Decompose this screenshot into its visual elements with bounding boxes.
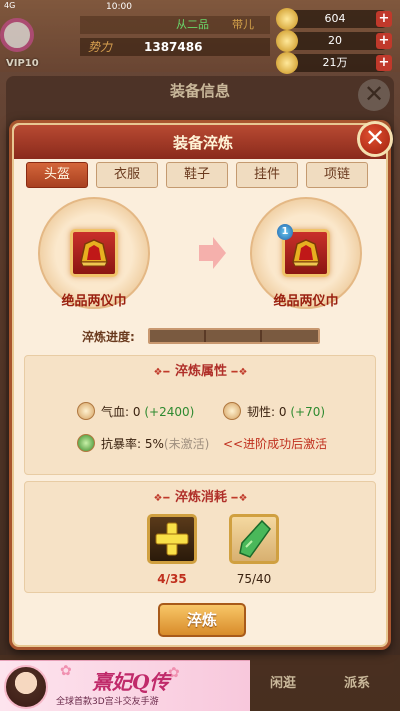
silver-icon <box>276 52 298 74</box>
jade-slot[interactable] <box>229 514 279 564</box>
refine-stone-amount: 4/35 <box>157 572 187 586</box>
cost-title-text: 淬炼消耗 <box>174 490 227 505</box>
add-ingot-button[interactable]: + <box>376 33 392 49</box>
flower-icon: ✿ <box>168 665 180 681</box>
cost-title: ❖━ 淬炼消耗 ━❖ <box>25 486 377 505</box>
helmet-icon <box>292 239 320 267</box>
attr-hp-label: 气血: <box>101 405 130 419</box>
crit-resist-status: (未激活) <box>163 437 210 451</box>
power-label: 势力 <box>88 40 113 54</box>
coin-icon <box>276 8 298 30</box>
resource-value: 20 <box>328 34 342 47</box>
heart-icon <box>77 402 95 420</box>
outer-close-button[interactable]: ✕ <box>358 79 390 111</box>
close-button[interactable]: ✕ <box>357 121 393 157</box>
attr-toughness-bonus: (+70) <box>290 405 326 419</box>
power-value: 1387486 <box>144 40 203 54</box>
plus-stone-icon <box>155 522 189 556</box>
attr-toughness-value: 0 <box>278 405 287 419</box>
attr-hp: 气血: 0 (+2400) <box>101 403 194 420</box>
crit-resist-note: <<进阶成功后激活 <box>223 437 328 451</box>
progress-label: 淬炼进度: <box>82 330 135 344</box>
ad-subtitle: 全球首款3D宫斗交友手游 <box>56 697 159 707</box>
shield-icon <box>223 402 241 420</box>
crit-resist-value: 5% <box>144 437 164 451</box>
ad-banner[interactable]: ✿ ✿ 熹妃Q传 全球首款3D宫斗交友手游 <box>0 660 250 711</box>
jade-amount: 75/40 <box>236 572 272 586</box>
ad-logo: 熹妃Q传 <box>92 670 170 694</box>
ornament-right: ━❖ <box>231 367 249 378</box>
attr-toughness-label: 韧性: <box>247 405 276 419</box>
ad-character-avatar <box>4 665 48 709</box>
resource-coin: 604 + <box>276 8 392 30</box>
tab-pendant[interactable]: 挂件 <box>236 162 298 188</box>
current-item-slot[interactable] <box>70 229 118 277</box>
resource-silver: 21万 + <box>276 52 392 74</box>
clock: 10:00 <box>106 2 132 12</box>
cost-section: ❖━ 淬炼消耗 ━❖ 4/35 75/40 <box>24 481 376 593</box>
equipment-info-title: 装备信息 <box>169 82 230 100</box>
next-item-slot[interactable]: 1 <box>277 224 330 277</box>
player-avatar[interactable] <box>0 18 34 52</box>
tab-shoes[interactable]: 鞋子 <box>166 162 228 188</box>
power-display: 势力 1387486 <box>80 38 270 56</box>
ornament-right: ━❖ <box>231 493 249 504</box>
attr-crit-resist: 抗暴率: 5%(未激活) <box>101 435 209 452</box>
tab-helmet[interactable]: 头盔 <box>26 162 88 188</box>
refine-progress-bar <box>148 328 320 344</box>
ornament-left: ❖━ <box>153 367 171 378</box>
nav-stroll[interactable]: 闲逛 <box>270 672 296 691</box>
attr-toughness: 韧性: 0 (+70) <box>247 403 325 420</box>
add-coin-button[interactable]: + <box>376 11 392 27</box>
modal-header: 装备淬炼 <box>14 125 386 159</box>
tab-necklace[interactable]: 项链 <box>306 162 368 188</box>
jade-icon <box>239 519 271 558</box>
resource-value: 604 <box>324 12 346 25</box>
attributes-section: ❖━ 淬炼属性 ━❖ 气血: 0 (+2400) 韧性: 0 (+70) 抗暴率… <box>24 355 376 475</box>
crit-resist-icon <box>77 434 95 452</box>
arrow-right-icon <box>199 237 226 269</box>
name-plate: 从二品 带儿 <box>80 16 270 34</box>
progress-divider <box>260 330 262 342</box>
add-silver-button[interactable]: + <box>376 55 392 71</box>
equipment-tabs: 头盔 衣服 鞋子 挂件 项链 <box>26 162 376 188</box>
crit-resist-label: 抗暴率: <box>101 437 142 451</box>
nav-faction[interactable]: 派系 <box>344 672 370 691</box>
helmet-icon <box>80 239 108 267</box>
tab-clothes[interactable]: 衣服 <box>96 162 158 188</box>
ornament-left: ❖━ <box>153 493 171 504</box>
resource-ingot: 20 + <box>276 30 392 52</box>
refine-button[interactable]: 淬炼 <box>158 603 246 637</box>
attr-hp-bonus: (+2400) <box>144 405 195 419</box>
flower-icon: ✿ <box>60 663 72 679</box>
modal-title: 装备淬炼 <box>172 134 233 152</box>
rank-text: 从二品 <box>176 18 209 31</box>
attr-hp-value: 0 <box>132 405 141 419</box>
title-text: 带儿 <box>232 18 254 31</box>
next-item-name: 绝品两仪巾 <box>273 294 339 309</box>
refine-modal: 装备淬炼 头盔 衣服 鞋子 挂件 项链 绝品两仪巾 1 绝品两仪巾 淬炼进度: <box>9 120 391 650</box>
signal-text: 4G <box>4 1 16 10</box>
resource-value: 21万 <box>322 56 348 69</box>
progress-divider <box>204 330 206 342</box>
attributes-title: ❖━ 淬炼属性 ━❖ <box>25 360 377 379</box>
attributes-title-text: 淬炼属性 <box>174 364 227 379</box>
refine-stone-slot[interactable] <box>147 514 197 564</box>
current-item-name: 绝品两仪巾 <box>61 294 127 309</box>
vip-badge: VIP10 <box>6 58 39 69</box>
ingot-icon <box>276 30 298 52</box>
